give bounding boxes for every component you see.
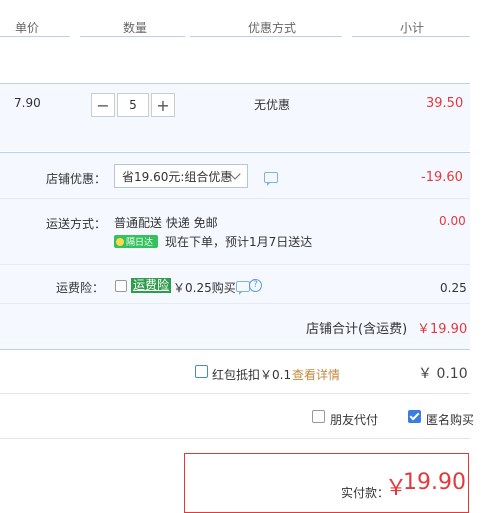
payment-label: 实付款： [341, 486, 390, 500]
divider [0, 264, 470, 265]
payment-amount: 19.90 [403, 470, 466, 495]
friend-pay-checkbox[interactable] [312, 410, 325, 423]
redpacket-amount: ￥ 0.10 [418, 366, 468, 382]
divider [0, 303, 470, 304]
shop-bottom-border [0, 349, 470, 350]
redpacket-details-link[interactable]: 查看详情 [292, 366, 340, 383]
item-discount: 无优惠 [254, 98, 291, 112]
payment-box: 实付款： ￥ 19.90 [184, 453, 469, 513]
divider [0, 438, 470, 439]
shipping-label: 运送方式： [46, 217, 107, 231]
item-subtotal: 39.50 [426, 96, 464, 111]
shop-total-amount: ￥19.90 [417, 322, 468, 337]
header-underline [352, 36, 470, 37]
message-icon[interactable] [236, 281, 250, 295]
shop-discount-select[interactable]: 省19.60元:组合优惠 [114, 164, 248, 188]
table-header: 单价 数量 优惠方式 小计 [0, 0, 470, 40]
shop-discount-amount: -19.60 [421, 170, 463, 185]
insurance-price: ￥0.25购买 [173, 281, 236, 295]
shipping-method: 普通配送 快递 免邮 [114, 216, 218, 230]
insurance-amount: 0.25 [440, 281, 467, 295]
decrease-button[interactable]: − [91, 93, 115, 117]
insurance-tag[interactable]: 运费险 [131, 278, 172, 293]
next-day-badge: 隔日达 [114, 235, 158, 248]
header-underline [190, 36, 342, 37]
col-quantity: 数量 [123, 21, 148, 35]
quantity-input[interactable]: 5 [117, 93, 149, 117]
message-icon[interactable] [264, 172, 278, 186]
shop-total-label: 店铺合计(含运费) [306, 322, 408, 337]
item-unit-price: 7.90 [14, 96, 41, 110]
shipping-eta: 现在下单，预计1月7日送达 [165, 235, 313, 249]
redpacket-label: 红包抵扣￥0.1 [212, 368, 292, 382]
divider [0, 393, 470, 394]
insurance-checkbox[interactable] [115, 280, 127, 292]
col-subtotal: 小计 [400, 21, 425, 35]
anonymous-label: 匿名购买 [426, 413, 475, 427]
redpacket-checkbox[interactable] [195, 365, 208, 378]
anonymous-checkbox[interactable] [408, 410, 421, 423]
friend-pay-label: 朋友代付 [330, 413, 379, 427]
help-icon[interactable]: ? [249, 279, 262, 292]
divider [0, 198, 470, 199]
shipping-amount: 0.00 [439, 214, 466, 228]
header-underline [0, 36, 70, 37]
item-row [0, 84, 470, 151]
next-day-badge-text: 隔日达 [126, 238, 154, 248]
col-unit-price: 单价 [15, 21, 40, 35]
col-discount: 优惠方式 [248, 21, 297, 35]
lightning-icon [116, 237, 124, 246]
shop-discount-selected: 省19.60元:组合优惠 [122, 169, 233, 184]
header-underline [80, 36, 185, 37]
shop-discount-label: 店铺优惠： [46, 172, 107, 186]
insurance-label: 运费险： [56, 281, 105, 295]
increase-button[interactable]: + [151, 93, 175, 117]
quantity-stepper: − 5 + [91, 93, 175, 117]
